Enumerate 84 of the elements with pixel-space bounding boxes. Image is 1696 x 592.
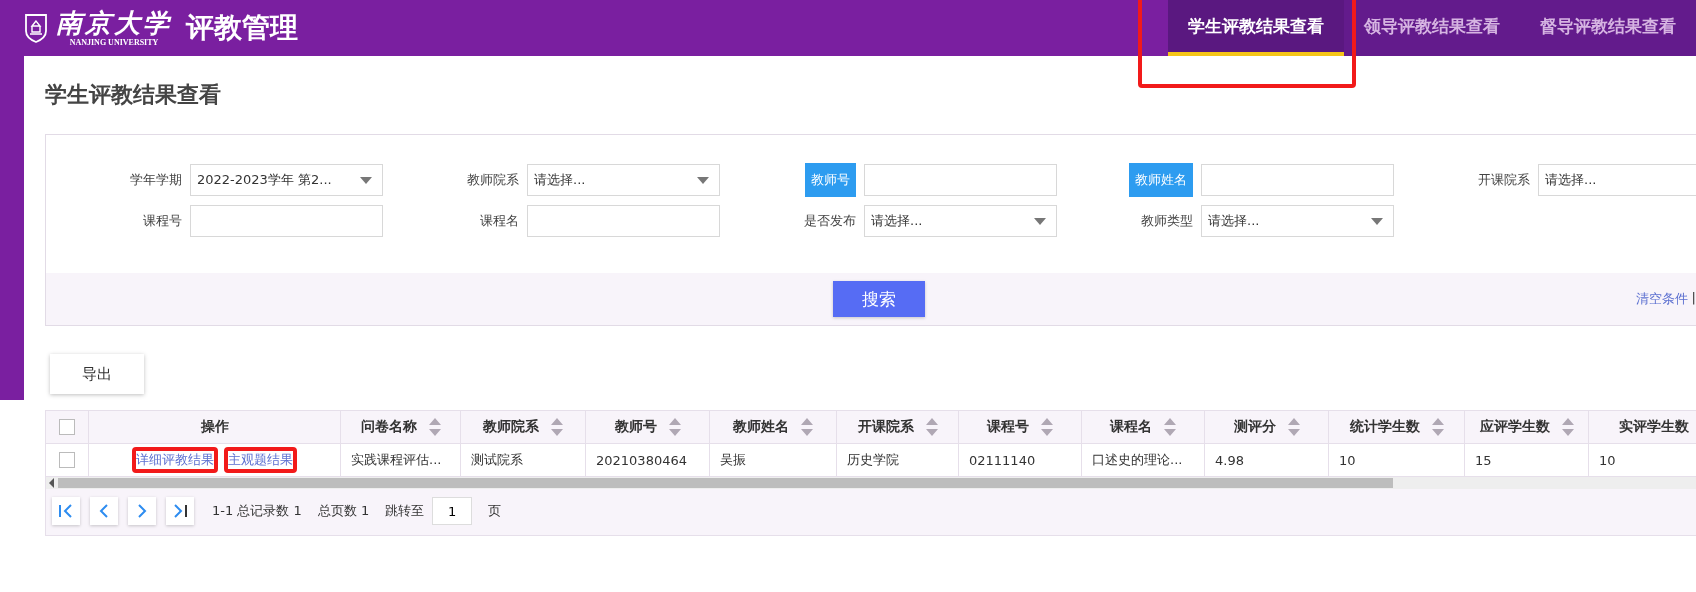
jump-label: 跳转至	[385, 502, 425, 520]
caret-icon	[697, 176, 709, 184]
clear-conditions-link[interactable]: 清空条件	[1635, 290, 1688, 308]
column-header: 操作	[200, 418, 229, 436]
input-field[interactable]	[527, 205, 720, 237]
caret-icon	[1034, 217, 1046, 225]
field-label: 开课院系	[1478, 171, 1530, 189]
sort-icon[interactable]	[668, 418, 681, 436]
app-title: 评教管理	[186, 10, 298, 46]
export-button[interactable]: 导出	[50, 354, 144, 394]
sort-icon[interactable]	[925, 418, 938, 436]
table-cell: 10	[1339, 452, 1356, 468]
sort-icon[interactable]	[1041, 418, 1053, 436]
horizontal-scrollbar[interactable]	[46, 477, 1696, 489]
nav-tab[interactable]: 学生评教结果查看	[1168, 0, 1344, 56]
search-button[interactable]: 搜索	[833, 281, 925, 317]
table-cell: 10	[1599, 452, 1616, 468]
page-unit-label: 页	[488, 502, 502, 520]
sort-icon[interactable]	[801, 418, 813, 436]
column-header: 教师号	[614, 418, 657, 436]
select-field[interactable]: 2022-2023学年 第2...	[190, 164, 383, 196]
table-cell: 02111140	[969, 452, 1036, 468]
page-number-field[interactable]: 1	[432, 497, 473, 525]
last-page-button[interactable]	[166, 497, 194, 525]
column-header: 教师姓名	[733, 418, 789, 436]
caret-icon	[1371, 217, 1383, 225]
row-checkbox[interactable]	[59, 452, 75, 468]
previous-page-button[interactable]	[90, 497, 118, 525]
page-title: 学生评教结果查看	[45, 81, 222, 109]
column-header: 应评学生数	[1479, 418, 1550, 436]
column-header: 开课院系	[857, 418, 914, 436]
column-header: 课程名	[1110, 418, 1152, 436]
table-cell: 历史学院	[847, 451, 899, 469]
input-field[interactable]	[864, 164, 1057, 196]
select-field[interactable]: 请选择...	[864, 205, 1057, 237]
field-label: 课程名	[480, 212, 519, 230]
sort-icon[interactable]	[1561, 418, 1574, 436]
table-cell: 实践课程评估...	[351, 451, 442, 469]
caret-icon	[360, 176, 372, 184]
column-header: 问卷名称	[360, 418, 417, 436]
table-cell: 口述史的理论...	[1092, 451, 1183, 469]
input-field[interactable]	[190, 205, 383, 237]
table-cell: 4.98	[1215, 452, 1244, 468]
sort-icon[interactable]	[1431, 418, 1444, 436]
field-label: 是否发布	[804, 212, 856, 230]
column-header: 实评学生数	[1618, 418, 1689, 436]
field-label: 教师类型	[1141, 212, 1193, 230]
column-header: 教师院系	[483, 418, 539, 436]
select-all-checkbox[interactable]	[59, 419, 75, 435]
input-field[interactable]	[1201, 164, 1394, 196]
table-cell: 15	[1475, 452, 1492, 468]
select-field[interactable]: 请选择...	[1538, 164, 1696, 196]
university-emblem-icon	[24, 13, 48, 43]
action-link[interactable]: 详细评教结果	[136, 451, 214, 469]
column-header: 统计学生数	[1349, 418, 1420, 436]
table-cell: 20210380464	[596, 452, 687, 468]
select-field[interactable]: 请选择...	[1201, 205, 1394, 237]
first-page-button[interactable]	[52, 497, 80, 525]
select-field[interactable]: 请选择...	[527, 164, 720, 196]
nav-tab[interactable]: 领导评教结果查看	[1344, 0, 1520, 56]
table-cell: 吴振	[720, 451, 746, 469]
field-label: 学年学期	[130, 171, 182, 189]
nav-tab[interactable]: 督导评教结果查看	[1520, 0, 1696, 56]
sort-icon[interactable]	[551, 418, 563, 436]
last-page-icon	[172, 503, 188, 519]
action-link[interactable]: 主观题结果	[228, 451, 293, 469]
next-page-button[interactable]	[128, 497, 156, 525]
separator: |	[1691, 290, 1696, 307]
field-label: 教师号	[805, 163, 856, 197]
column-header: 课程号	[987, 418, 1029, 436]
university-subtitle: NANJING UNIVERSITY	[69, 38, 159, 48]
first-page-icon	[58, 503, 74, 519]
university-name: 南京大学	[56, 8, 172, 38]
page-count: 总页数 1	[317, 502, 370, 520]
sort-icon[interactable]	[1164, 418, 1176, 436]
field-label: 教师院系	[467, 171, 519, 189]
sort-icon[interactable]	[428, 418, 441, 436]
column-header: 测评分	[1233, 418, 1276, 436]
field-label: 教师姓名	[1129, 163, 1193, 197]
record-summary: 1-1 总记录数 1	[212, 502, 302, 520]
sort-icon[interactable]	[1287, 418, 1300, 436]
field-label: 课程号	[143, 212, 182, 230]
table-cell: 测试院系	[471, 451, 523, 469]
scroll-left-icon[interactable]	[48, 478, 56, 488]
